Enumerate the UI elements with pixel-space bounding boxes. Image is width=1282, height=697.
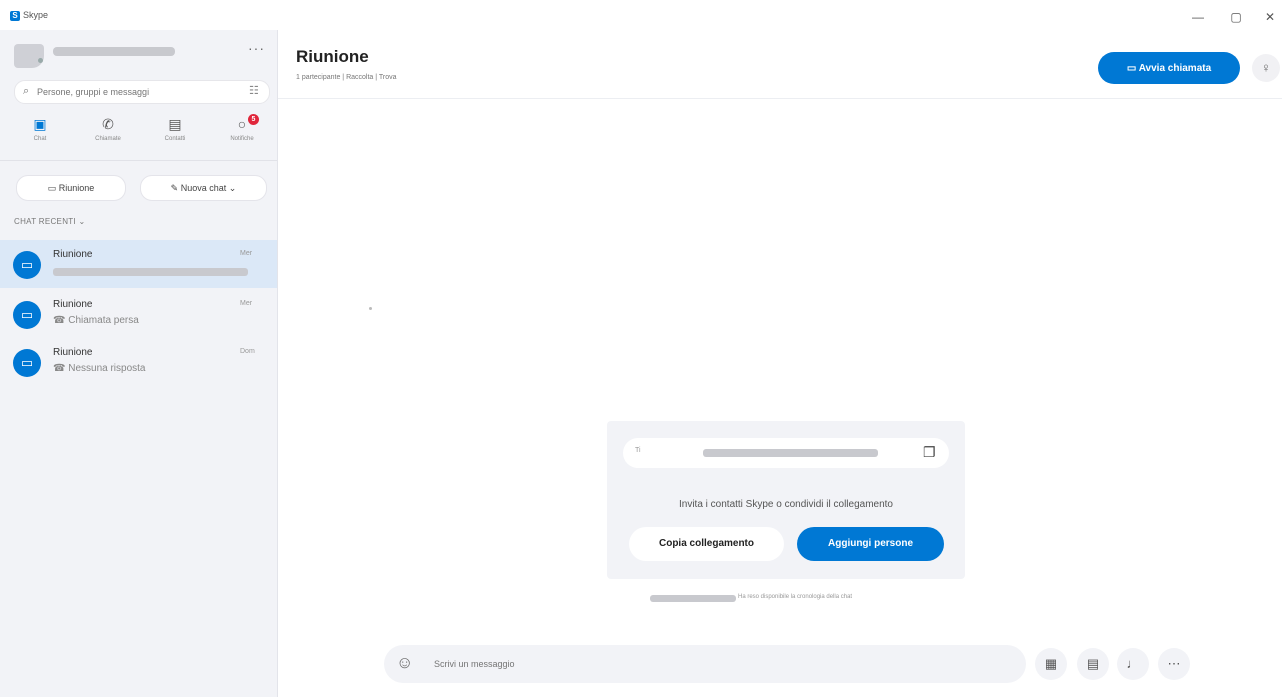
header-divider: [278, 98, 1282, 99]
chat-preview-redacted: [53, 268, 248, 276]
user-name-redacted[interactable]: [53, 47, 175, 56]
maximize-button[interactable]: ▢: [1222, 7, 1250, 27]
meeting-button-label: Riunione: [58, 183, 95, 193]
search-input[interactable]: [37, 84, 237, 100]
notification-badge: 5: [248, 114, 259, 125]
close-button[interactable]: ✕: [1256, 7, 1282, 27]
meeting-link-redacted: [703, 449, 878, 457]
note-user-redacted: [650, 595, 736, 602]
emoji-icon[interactable]: ☺: [396, 653, 413, 673]
conversation-title[interactable]: Riunione: [296, 47, 369, 67]
sidebar-divider: [0, 160, 277, 161]
chat-title: Riunione: [53, 249, 93, 260]
search-bar[interactable]: ⌕ ☷: [14, 80, 270, 104]
meeting-link-box[interactable]: Ti ❐: [623, 438, 949, 468]
chat-icon: ▣: [33, 116, 47, 132]
chat-time: Mer: [240, 300, 253, 307]
phone-icon: ✆: [102, 116, 114, 132]
copy-icon[interactable]: ❐: [923, 444, 936, 461]
dialpad-icon[interactable]: ☷: [249, 84, 259, 97]
chat-list-item[interactable]: ▭ Riunione Mer ☎ Chiamata persa: [0, 290, 277, 338]
meeting-button[interactable]: ▭ Riunione: [16, 175, 126, 201]
chat-preview-text: Nessuna risposta: [68, 363, 146, 374]
sidebar: ··· ⌕ ☷ ▣ Chat ✆ Chiamate ▤ Contatti ○ 5…: [0, 30, 278, 697]
nav-chat[interactable]: ▣ Chat: [12, 116, 68, 152]
invite-card: Ti ❐ Invita i contatti Skype o condividi…: [607, 421, 965, 579]
video-call-icon: ▭: [1126, 63, 1139, 74]
skype-logo-icon: S: [10, 11, 20, 21]
new-chat-button-label: Nuova chat: [180, 183, 227, 193]
missed-call-icon: ☎: [53, 315, 69, 326]
nav-contacts-label: Contatti: [164, 136, 186, 142]
missed-call-icon: ☎: [53, 363, 69, 374]
user-avatar[interactable]: [14, 44, 44, 68]
history-note: Ha reso disponibile la cronologia della …: [738, 594, 853, 600]
nav-calls[interactable]: ✆ Chiamate: [80, 116, 136, 152]
nav-notifications[interactable]: ○ 5 Notifiche: [214, 114, 270, 152]
contact-card-icon[interactable]: ▤: [1077, 648, 1109, 680]
gallery-icon[interactable]: ▦: [1035, 648, 1067, 680]
presence-dot: [38, 58, 43, 63]
link-prefix: Ti: [635, 447, 641, 454]
title-bar: S Skype — ▢ ✕: [0, 0, 1282, 30]
more-options-button[interactable]: ···: [248, 40, 265, 56]
search-icon: ⌕: [23, 85, 30, 97]
compose-icon: ✎: [170, 183, 179, 193]
message-input[interactable]: [434, 656, 994, 672]
loading-dot: [369, 307, 372, 310]
meeting-avatar-icon: ▭: [13, 349, 41, 377]
invite-text: Invita i contatti Skype o condividi il c…: [678, 499, 893, 510]
contacts-icon: ▤: [168, 116, 182, 132]
microphone-icon[interactable]: ♩: [1117, 648, 1149, 680]
recent-chats-label: CHAT RECENTI: [14, 217, 76, 226]
chat-title: Riunione: [53, 347, 93, 358]
chevron-down-icon: ⌄: [78, 217, 86, 226]
start-call-button[interactable]: ▭ Avvia chiamata: [1098, 52, 1240, 84]
bell-icon: ○: [237, 116, 247, 132]
nav-notifications-label: Notifiche: [230, 136, 254, 142]
chat-title: Riunione: [53, 299, 93, 310]
start-call-label: Avvia chiamata: [1138, 63, 1212, 74]
meeting-avatar-icon: ▭: [13, 301, 41, 329]
chat-time: Dom: [240, 348, 255, 355]
add-participant-icon[interactable]: ♀: [1252, 54, 1280, 82]
nav-calls-label: Chiamate: [95, 136, 121, 142]
compose-bar[interactable]: ☺: [384, 645, 1026, 683]
nav-chat-label: Chat: [33, 136, 47, 142]
chat-preview-text: Chiamata persa: [68, 315, 139, 326]
nav-contacts[interactable]: ▤ Contatti: [147, 116, 203, 152]
minimize-button[interactable]: —: [1184, 7, 1212, 27]
chat-preview: ☎ Nessuna risposta: [53, 363, 146, 374]
video-icon: ▭: [47, 183, 57, 193]
add-people-button[interactable]: Aggiungi persone: [797, 527, 944, 561]
window-title: Skype: [23, 10, 49, 20]
chat-preview: ☎ Chiamata persa: [53, 315, 139, 326]
copy-link-button[interactable]: Copia collegamento: [629, 527, 784, 561]
more-actions-icon[interactable]: ⋯: [1158, 648, 1190, 680]
conversation-subtitle[interactable]: 1 partecipante | Raccolta | Trova: [296, 74, 397, 81]
new-chat-button[interactable]: ✎ Nuova chat ⌄: [140, 175, 267, 201]
chevron-down-icon: ⌄: [228, 183, 237, 193]
chat-time: Mer: [240, 250, 253, 257]
chat-list-item[interactable]: ▭ Riunione Dom ☎ Nessuna risposta: [0, 338, 277, 386]
meeting-avatar-icon: ▭: [13, 251, 41, 279]
recent-chats-header[interactable]: CHAT RECENTI ⌄: [14, 217, 86, 226]
chat-list-item[interactable]: ▭ Riunione Mer: [0, 240, 277, 288]
